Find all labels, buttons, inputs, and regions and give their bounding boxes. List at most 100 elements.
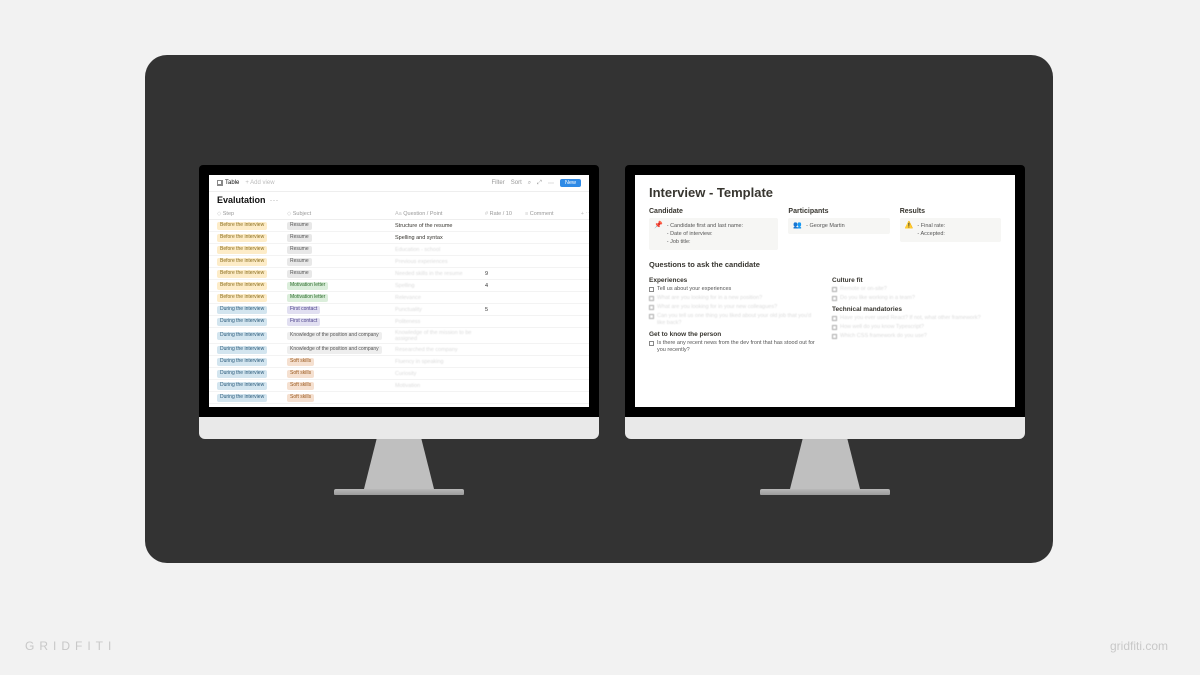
- participants-callout[interactable]: 👥 - George Martin: [788, 218, 889, 234]
- table-row[interactable]: Before the interviewResumeStructure of t…: [209, 220, 589, 232]
- subject-tag: Resume: [287, 234, 312, 242]
- people-icon: 👥: [793, 222, 802, 230]
- checklist-label: What are you looking for in your new col…: [657, 304, 777, 311]
- checklist-item[interactable]: Tell us about your experiences: [649, 286, 818, 293]
- column-question[interactable]: Aa Question / Point: [395, 211, 485, 217]
- table-row[interactable]: During the interviewKnowledge of the pos…: [209, 344, 589, 356]
- checklist-item[interactable]: Have you ever used React? If not, what o…: [832, 315, 1001, 322]
- checklist-label: What are you looking for in a new positi…: [657, 295, 762, 302]
- checkbox-icon[interactable]: [832, 287, 837, 292]
- table-toolbar: Table + Add view Filter Sort ⌕ ⤢ ⋯ New: [209, 175, 589, 192]
- participants-heading: Participants: [788, 208, 889, 215]
- table-row[interactable]: Before the interviewMotivation letterRel…: [209, 292, 589, 304]
- subject-tag: Soft skills: [287, 394, 314, 402]
- table-row[interactable]: During the interview Soft skills: [209, 392, 589, 404]
- checkbox-icon[interactable]: [649, 314, 654, 319]
- checklist-label: How well do you know Typescript?: [840, 324, 924, 331]
- checklist-item[interactable]: Which CSS framework do you use?: [832, 333, 1001, 340]
- checklist-label: Can you tell us one thing you liked abou…: [657, 313, 818, 327]
- hero-dark-card: Table + Add view Filter Sort ⌕ ⤢ ⋯ New E…: [145, 55, 1053, 563]
- table-row[interactable]: Before the interviewResumeNeeded skills …: [209, 268, 589, 280]
- monitor-chin: [625, 417, 1025, 439]
- add-view-button[interactable]: + Add view: [245, 180, 274, 186]
- table-row[interactable]: During the interviewKnowledge of the pos…: [209, 328, 589, 344]
- checkbox-icon[interactable]: [832, 325, 837, 330]
- monitor-chin: [199, 417, 599, 439]
- table-row[interactable]: Before the interviewResumeSpelling and s…: [209, 232, 589, 244]
- candidate-heading: Candidate: [649, 208, 778, 215]
- title-more-icon[interactable]: ⋯: [270, 195, 279, 205]
- monitor-stand-neck: [790, 439, 860, 489]
- checkbox-icon[interactable]: [832, 296, 837, 301]
- checklist-item[interactable]: Do you like working in a team?: [832, 295, 1001, 302]
- page-title: Interview - Template: [649, 185, 1001, 200]
- table-row[interactable]: During the interviewFirst contactPunctua…: [209, 304, 589, 316]
- rate-cell: 9: [485, 271, 525, 277]
- question-cell: Education - school: [395, 247, 485, 253]
- subject-tag: Knowledge of the position and company: [287, 332, 382, 340]
- results-heading: Results: [900, 208, 1001, 215]
- warning-icon: ⚠️: [905, 222, 914, 238]
- question-cell: Curiosity: [395, 371, 485, 377]
- candidate-callout[interactable]: 📌 - Candidate first and last name:- Date…: [649, 218, 778, 250]
- question-cell: Researched the company: [395, 347, 485, 353]
- table-title: Evalutation⋯: [209, 192, 589, 209]
- table-row[interactable]: During the interviewSoft skillsMotivatio…: [209, 380, 589, 392]
- checkbox-icon[interactable]: [649, 287, 654, 292]
- subject-tag: Resume: [287, 246, 312, 254]
- checklist-item[interactable]: Is there any recent news from the dev fr…: [649, 340, 818, 354]
- expand-icon[interactable]: ⤢: [537, 180, 542, 187]
- question-cell: Knowledge of the mission to be assigned: [395, 330, 485, 342]
- table-row[interactable]: During the interviewFirst contactPoliten…: [209, 316, 589, 328]
- step-tag: During the interview: [217, 394, 267, 402]
- table-row[interactable]: During the interviewSoft skillsFluency i…: [209, 356, 589, 368]
- new-button[interactable]: New: [560, 179, 581, 187]
- monitor-stand-base: [760, 489, 890, 495]
- checklist-label: Is there any recent news from the dev fr…: [657, 340, 818, 354]
- step-tag: During the interview: [217, 318, 267, 326]
- get-to-know-heading: Get to know the person: [649, 331, 818, 338]
- sort-button[interactable]: Sort: [511, 180, 522, 186]
- brand-url: gridfiti.com: [1110, 639, 1168, 653]
- checkbox-icon[interactable]: [832, 334, 837, 339]
- filter-button[interactable]: Filter: [491, 180, 504, 186]
- checkbox-icon[interactable]: [649, 305, 654, 310]
- rate-cell: 4: [485, 283, 525, 289]
- culture-fit-heading: Culture fit: [832, 277, 1001, 284]
- checklist-item[interactable]: How well do you know Typescript?: [832, 324, 1001, 331]
- checkbox-icon[interactable]: [832, 316, 837, 321]
- step-tag: Before the interview: [217, 270, 267, 278]
- column-rate[interactable]: # Rate / 10: [485, 211, 525, 217]
- table-row[interactable]: Before the interviewMotivation letterSpe…: [209, 280, 589, 292]
- step-tag: Before the interview: [217, 294, 267, 302]
- experiences-heading: Experiences: [649, 277, 818, 284]
- monitor-stand-base: [334, 489, 464, 495]
- monitor-bezel: Interview - Template Candidate 📌 - Candi…: [625, 165, 1025, 417]
- results-section: Results ⚠️ - Final rate:- Accepted:: [900, 208, 1001, 250]
- step-tag: During the interview: [217, 346, 267, 354]
- monitor-bezel: Table + Add view Filter Sort ⌕ ⤢ ⋯ New E…: [199, 165, 599, 417]
- subject-tag: Motivation letter: [287, 294, 328, 302]
- checklist-label: Have you ever used React? If not, what o…: [840, 315, 981, 322]
- checklist-item[interactable]: Remote or on-site?: [832, 286, 1001, 293]
- step-tag: During the interview: [217, 382, 267, 390]
- checklist-item[interactable]: Can you tell us one thing you liked abou…: [649, 313, 818, 327]
- column-step[interactable]: ◇ Step: [217, 211, 287, 217]
- checkbox-icon[interactable]: [649, 341, 654, 346]
- checklist-item[interactable]: What are you looking for in your new col…: [649, 304, 818, 311]
- more-icon[interactable]: ⋯: [548, 180, 554, 187]
- checklist-item[interactable]: What are you looking for in a new positi…: [649, 295, 818, 302]
- search-icon[interactable]: ⌕: [528, 180, 531, 187]
- checkbox-icon[interactable]: [649, 296, 654, 301]
- question-cell: Spelling: [395, 283, 485, 289]
- column-comment[interactable]: ≡ Comment: [525, 211, 573, 217]
- table-row[interactable]: During the interviewSoft skillsCuriosity: [209, 368, 589, 380]
- question-cell: Structure of the resume: [395, 223, 485, 229]
- view-tab-table[interactable]: Table: [217, 180, 239, 186]
- add-column-button[interactable]: + ⋯: [573, 211, 589, 217]
- table-row[interactable]: Before the interviewResumePrevious exper…: [209, 256, 589, 268]
- column-subject[interactable]: ◇ Subject: [287, 211, 395, 217]
- results-callout[interactable]: ⚠️ - Final rate:- Accepted:: [900, 218, 1001, 242]
- pin-icon: 📌: [654, 222, 663, 246]
- table-row[interactable]: Before the interviewResumeEducation - sc…: [209, 244, 589, 256]
